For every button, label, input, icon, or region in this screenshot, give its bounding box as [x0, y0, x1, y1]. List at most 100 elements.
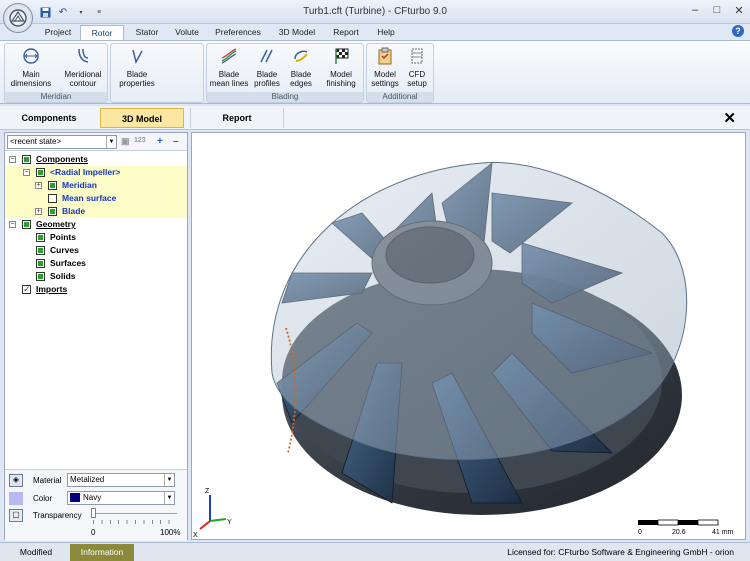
tab-report[interactable]: Report: [326, 25, 366, 40]
expand-toggle-icon[interactable]: +: [35, 208, 42, 215]
model-settings-button[interactable]: Model settings: [369, 46, 401, 88]
transparency-min: 0: [91, 528, 96, 537]
visibility-checkbox[interactable]: [36, 272, 45, 281]
visibility-checkbox[interactable]: [48, 194, 57, 203]
tab-report-panel[interactable]: Report: [190, 108, 284, 128]
tree-item-label: Mean surface: [62, 193, 117, 203]
tab-components[interactable]: Components: [4, 108, 94, 128]
close-window-button[interactable]: ✕: [728, 2, 750, 18]
tree-item[interactable]: − Geometry: [5, 218, 187, 231]
group-meridian: Main dimensions Meridional contour Meridia…: [4, 43, 108, 103]
group-label-blading: Blading: [207, 92, 363, 102]
tree-item-label: Curves: [50, 245, 79, 255]
transparency-slider-thumb[interactable]: [91, 508, 96, 518]
blade-mean-lines-button[interactable]: Blade mean lines: [209, 46, 249, 88]
help-icon[interactable]: ?: [732, 25, 744, 37]
blade-properties-icon: [126, 46, 148, 66]
tree-item[interactable]: − Components: [5, 153, 187, 166]
tree-item[interactable]: Surfaces: [5, 257, 187, 270]
maximize-button[interactable]: □: [706, 2, 728, 18]
shroud-surface: [270, 162, 688, 460]
visibility-checkbox[interactable]: [36, 259, 45, 268]
tab-3d-model[interactable]: 3D Model: [272, 25, 322, 40]
transparency-icon: ▢: [9, 509, 23, 522]
impeller-3d-model: Z Y X 0 20.6 41 mm: [193, 162, 734, 539]
visibility-checkbox[interactable]: [48, 207, 57, 216]
tree-item-label: Solids: [50, 271, 76, 281]
axis-x-label: X: [193, 532, 198, 539]
color-select[interactable]: Navy ▼: [67, 491, 175, 505]
blade-profiles-icon: [256, 46, 278, 66]
chevron-down-icon: ▼: [106, 136, 116, 148]
main-dimensions-icon: [20, 46, 42, 66]
tree-item[interactable]: − <Radial Impeller>: [5, 166, 187, 179]
app-logo-icon[interactable]: [3, 3, 33, 33]
model-finishing-button[interactable]: Model finishing: [319, 46, 363, 88]
blade-properties-button[interactable]: Blade properties: [113, 46, 161, 88]
tab-rotor[interactable]: Rotor: [80, 25, 124, 40]
axis-z-label: Z: [205, 488, 210, 495]
group-blading: Blade mean lines Blade profiles Blade edges…: [206, 43, 364, 103]
checkered-flag-icon: [330, 46, 352, 66]
color-label: Color: [33, 494, 53, 503]
panel-tabs: Components 3D Model Report: [0, 106, 750, 130]
window-title: Turb1.cft (Turbine) - CFturbo 9.0: [303, 6, 447, 17]
close-panel-icon[interactable]: ✕: [723, 109, 736, 127]
axis-triad: Z Y X: [193, 488, 232, 539]
remove-icon[interactable]: –: [173, 136, 179, 147]
expand-toggle-icon[interactable]: −: [23, 169, 30, 176]
status-information[interactable]: Information: [70, 544, 134, 561]
tree-item-label: Meridian: [62, 180, 97, 190]
group-label-meridian: Meridian: [5, 92, 107, 102]
meridional-contour-button[interactable]: Meridional contour: [59, 46, 107, 88]
chevron-down-icon: ▼: [164, 492, 174, 504]
visibility-checkbox[interactable]: [22, 155, 31, 164]
meridional-contour-icon: [72, 46, 94, 66]
expand-toggle-icon[interactable]: +: [35, 182, 42, 189]
blade-mean-lines-icon: [218, 46, 240, 66]
add-icon[interactable]: +: [157, 136, 163, 147]
material-select[interactable]: Metalized ▼: [67, 473, 175, 487]
tree-item[interactable]: + Meridian: [5, 179, 187, 192]
color-icon: [9, 492, 23, 505]
tab-volute[interactable]: Volute: [168, 25, 206, 40]
color-swatch: [70, 493, 80, 503]
tree-item[interactable]: Imports: [5, 283, 187, 296]
scale-bar: 0 20.6 41 mm: [638, 519, 734, 536]
group-blade-properties: Blade properties: [110, 43, 204, 103]
tree-item[interactable]: Curves: [5, 244, 187, 257]
component-panel: <recent state> ▼ ▣ 123 + – − Components − <R…: [4, 132, 188, 541]
state-counter: 123: [134, 137, 146, 144]
minimize-button[interactable]: –: [684, 2, 706, 18]
ribbon: Main dimensions Meridional contour Meridia…: [0, 40, 750, 104]
save-state-icon[interactable]: ▣: [121, 136, 130, 147]
tree-item[interactable]: + Blade: [5, 205, 187, 218]
tree-item-label: Imports: [36, 284, 68, 294]
expand-toggle-icon[interactable]: −: [9, 156, 16, 163]
transparency-max: 100%: [160, 528, 181, 537]
visibility-checkbox[interactable]: [22, 283, 31, 296]
blade-edges-button[interactable]: Blade edges: [285, 46, 317, 88]
main-dimensions-button[interactable]: Main dimensions: [7, 46, 55, 88]
tab-project[interactable]: Project: [38, 25, 78, 40]
visibility-checkbox[interactable]: [36, 233, 45, 242]
visibility-checkbox[interactable]: [36, 246, 45, 255]
3d-viewport[interactable]: Z Y X 0 20.6 41 mm: [191, 132, 746, 540]
tab-3d-model-panel[interactable]: 3D Model: [100, 108, 184, 128]
blade-profiles-button[interactable]: Blade profiles: [249, 46, 285, 88]
state-select[interactable]: <recent state> ▼: [7, 135, 117, 149]
tab-stator[interactable]: Stator: [128, 25, 166, 40]
visibility-checkbox[interactable]: [48, 181, 57, 190]
tree-item[interactable]: Mean surface: [5, 192, 187, 205]
scale-label-max: 41 mm: [712, 529, 734, 536]
tree-item[interactable]: Points: [5, 231, 187, 244]
tree-item[interactable]: Solids: [5, 270, 187, 283]
tab-help[interactable]: Help: [370, 25, 402, 40]
tree-item-label: Geometry: [36, 219, 76, 229]
visibility-checkbox[interactable]: [36, 168, 45, 177]
tab-preferences[interactable]: Preferences: [210, 25, 266, 40]
status-modified[interactable]: Modified: [4, 544, 68, 561]
visibility-checkbox[interactable]: [22, 220, 31, 229]
expand-toggle-icon[interactable]: −: [9, 221, 16, 228]
cfd-setup-button[interactable]: CFD setup: [401, 46, 433, 88]
